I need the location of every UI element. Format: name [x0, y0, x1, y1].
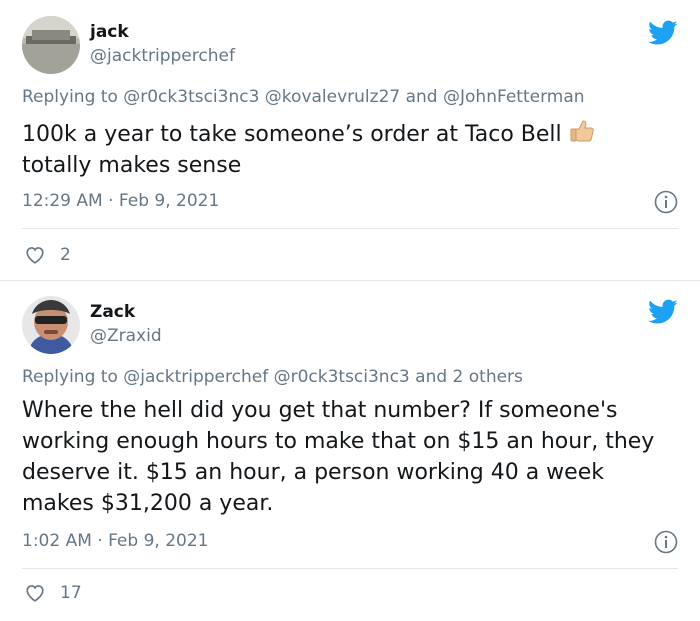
like-count: 2 [60, 245, 71, 265]
reply-prefix: Replying to [22, 367, 118, 387]
info-icon[interactable] [654, 190, 678, 214]
replying-to: Replying to @r0ck3tsci3nc3 @kovalevrulz2… [22, 87, 585, 107]
like-count: 17 [60, 583, 82, 603]
timestamp[interactable]: 12:29 AM · Feb 9, 2021 [22, 191, 219, 211]
timestamp[interactable]: 1:02 AM · Feb 9, 2021 [22, 531, 208, 551]
divider [22, 228, 678, 229]
tweet-text-line1: 100k a year to take someone’s order at T… [22, 122, 562, 147]
display-name[interactable]: jack [90, 22, 129, 42]
reply-to-handles[interactable]: @jacktripperchef @r0ck3tsci3nc3 and 2 ot… [123, 367, 523, 387]
reply-prefix: Replying to [22, 87, 118, 107]
tweet-text: Where the hell did you get that number? … [22, 398, 655, 516]
display-name[interactable]: Zack [90, 302, 135, 322]
tweet-text: 100k a year to take someone’s order at T… [22, 117, 682, 181]
tweet-card: jack @jacktripperchef Replying to @r0ck3… [0, 0, 700, 280]
avatar[interactable] [22, 296, 80, 354]
thumbs-up-emoji [568, 117, 596, 145]
user-handle[interactable]: @jacktripperchef [90, 46, 235, 66]
twitter-bird-icon[interactable] [648, 299, 678, 325]
twitter-bird-icon[interactable] [648, 20, 678, 46]
tweet-card: Zack @Zraxid Replying to @jacktripperche… [0, 281, 700, 621]
info-icon[interactable] [654, 530, 678, 554]
divider [22, 568, 678, 569]
reply-to-handles[interactable]: @r0ck3tsci3nc3 @kovalevrulz27 and @JohnF… [123, 87, 584, 107]
tweet-text-line2: totally makes sense [22, 153, 242, 178]
like-button[interactable]: 2 [24, 243, 71, 267]
replying-to: Replying to @jacktripperchef @r0ck3tsci3… [22, 367, 523, 387]
heart-icon [26, 247, 44, 264]
heart-icon [26, 585, 44, 602]
user-handle[interactable]: @Zraxid [90, 326, 162, 346]
avatar[interactable] [22, 16, 80, 74]
like-button[interactable]: 17 [24, 581, 82, 605]
